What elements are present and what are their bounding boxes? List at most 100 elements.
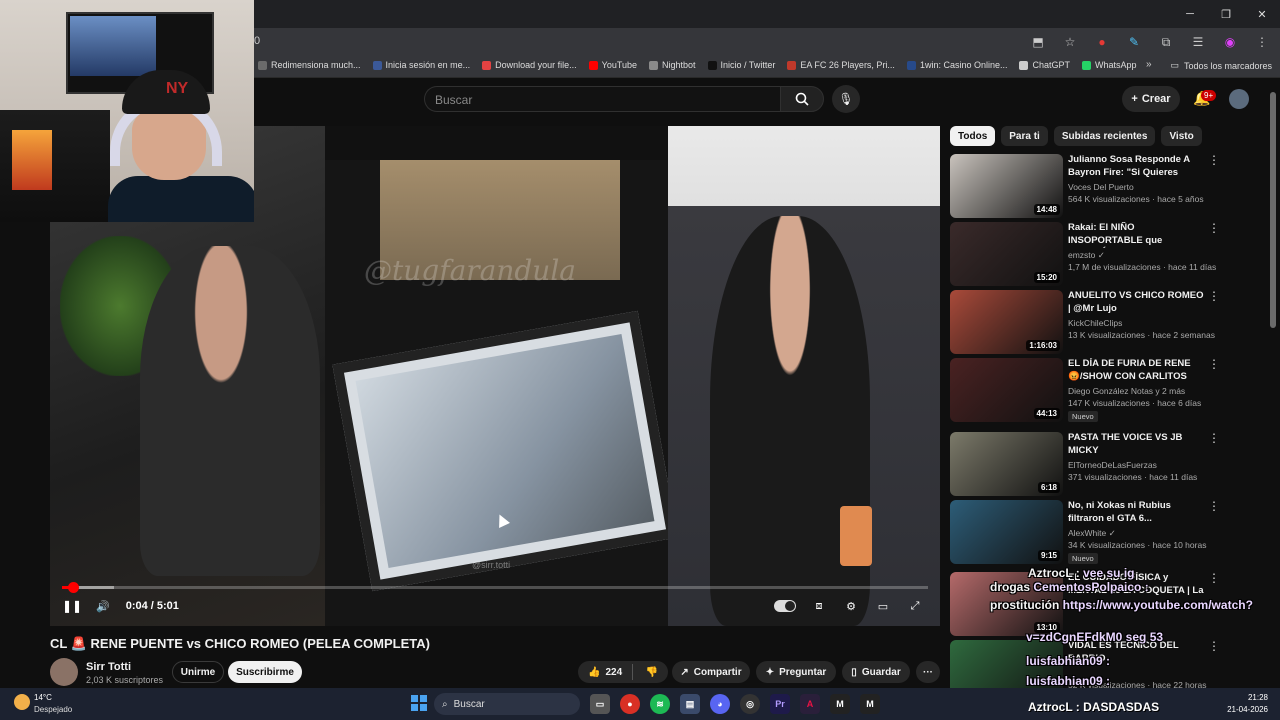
more-options-icon[interactable]: ⋮ [1208,290,1220,306]
weather-sun-icon[interactable] [14,694,30,710]
volume-icon[interactable]: 🔊 [96,600,110,613]
bookmark-item[interactable]: WhatsApp [1082,60,1137,70]
arc-icon[interactable]: A [800,694,820,714]
weather-temp[interactable]: 14°C [34,693,52,702]
app-icon[interactable]: ▤ [680,694,700,714]
weather-desc[interactable]: Despejado [34,705,72,714]
subscribe-button[interactable]: Suscribirme [228,661,302,683]
pause-icon[interactable]: ❚❚ [62,598,82,614]
more-options-icon[interactable]: ⋮ [1208,572,1220,588]
chip-2[interactable]: Subidas recientes [1053,126,1156,146]
search-button[interactable] [780,86,824,112]
video-thumbnail[interactable]: 9:15 [950,500,1063,564]
progress-bar[interactable] [62,582,928,593]
windows-start-icon[interactable] [411,695,427,711]
avatar[interactable] [1229,89,1249,109]
create-button[interactable]: + Crear [1122,86,1180,112]
tab-search-icon[interactable]: ☰ [1188,32,1208,52]
channel-name[interactable]: Sirr Totti [86,661,131,673]
extensions-puzzle-icon[interactable]: ⧉ [1156,32,1176,52]
bookmark-item[interactable]: Download your file... [482,60,577,70]
chip-3[interactable]: Visto [1161,126,1202,146]
ask-button[interactable]: ✦ Preguntar [756,661,836,683]
video-title-link[interactable]: Rakai: El NIÑO INSOPORTABLE que RECIBIÓ … [1068,222,1204,248]
more-options-icon[interactable]: ⋮ [1208,222,1220,238]
theater-mode-icon[interactable]: ▭ [874,598,892,614]
recommended-video[interactable]: 1:16:03 ANUELITO VS CHICO ROMEO | @Mr Luj… [950,290,1266,354]
video-thumbnail[interactable]: 15:20 [950,222,1063,286]
settings-gear-icon[interactable]: ⚙ [842,598,860,614]
profile-icon[interactable]: ◉ [1220,32,1240,52]
more-options-icon[interactable]: ⋮ [1208,154,1220,170]
autoplay-toggle[interactable] [774,600,796,612]
video-title-link[interactable]: ANUELITO VS CHICO ROMEO | @Mr Lujo [1068,290,1204,315]
file-explorer-icon[interactable]: ▭ [590,694,610,714]
taskbar-search[interactable]: ⌕ Buscar [434,693,580,715]
fullscreen-icon[interactable]: ⤢ [906,598,924,614]
premiere-icon[interactable]: Pr [770,694,790,714]
join-button[interactable]: Unirme [172,661,224,683]
capcut-2-icon[interactable]: M [860,694,880,714]
video-thumbnail[interactable]: 6:18 [950,432,1063,496]
bookmark-item[interactable]: Redimensiona much... [258,60,361,70]
bookmark-item[interactable]: EA FC 26 Players, Pri... [787,60,895,70]
more-options-icon[interactable]: ⋮ [1208,358,1220,374]
more-options-icon[interactable]: ⋮ [1208,640,1220,656]
bookmarks-overflow-icon[interactable]: » [1146,59,1152,70]
video-thumbnail[interactable]: 1:16:03 [950,290,1063,354]
extension-red-icon[interactable]: ● [1092,32,1112,52]
discord-icon[interactable]: ◕ [710,694,730,714]
bookmark-item[interactable]: Inicia sesión en me... [372,60,470,70]
more-options-icon[interactable]: ⋮ [1208,500,1220,516]
close-icon[interactable]: ✕ [1244,0,1280,28]
channel-name[interactable]: ElTorneoDeLasFuerzas [1068,460,1157,470]
clock-date[interactable]: 21-04-2026 [1222,705,1268,714]
share-button[interactable]: ↗ Compartir [672,661,750,683]
restore-icon[interactable]: ❐ [1208,0,1244,28]
more-actions-button[interactable]: ··· [916,661,940,683]
recommended-video[interactable]: 44:13 EL DÍA DE FURIA DE RENE 😡/SHOW CON … [950,358,1266,422]
browser-menu-icon[interactable]: ⋮ [1252,32,1272,52]
channel-name[interactable]: Voces Del Puerto [1068,182,1134,192]
extension-translate-icon[interactable]: ✎ [1124,32,1144,52]
video-title-link[interactable]: No, ni Xokas ni Rubius filtraron el GTA … [1068,500,1204,525]
obs-icon[interactable]: ◎ [740,694,760,714]
bookmark-item[interactable]: YouTube [588,60,637,70]
chrome-icon[interactable]: ● [620,694,640,714]
spotify-icon[interactable]: ≋ [650,694,670,714]
video-title-link[interactable]: EL DÍA DE FURIA DE RENE 😡/SHOW CON CARLI… [1068,358,1204,384]
thumbs-down-icon[interactable]: 👎 [646,667,658,678]
voice-search-button[interactable]: 🎙 [832,85,860,113]
recommended-video[interactable]: 9:15 No, ni Xokas ni Rubius filtraron el … [950,500,1266,564]
scrollbar[interactable] [1270,92,1276,328]
bookmark-item[interactable]: Inicio / Twitter [707,60,775,70]
bookmark-item[interactable]: 1win: Casino Online... [906,60,1007,70]
channel-name[interactable]: Diego González Notas y 2 más [1068,386,1185,396]
video-title-link[interactable]: Julianno Sosa Responde A Bayron Fire: "S… [1068,154,1204,180]
bookmark-star-icon[interactable]: ☆ [1060,32,1080,52]
thumbs-up-icon[interactable]: 👍 [588,667,600,678]
recommended-video[interactable]: 14:48 Julianno Sosa Responde A Bayron Fir… [950,154,1266,218]
video-thumbnail[interactable]: 44:13 [950,358,1063,422]
minimize-icon[interactable]: ─ [1172,0,1208,28]
video-thumbnail[interactable]: 14:48 [950,154,1063,218]
like-count[interactable]: 224 [605,667,622,678]
chip-0[interactable]: Todos [950,126,996,146]
bookmark-item[interactable]: Nightbot [649,60,696,70]
subtitles-icon[interactable]: ⧈ [810,598,828,614]
channel-name[interactable]: KickChileClips [1068,318,1122,328]
url-text[interactable]: 0 [254,35,260,47]
install-app-icon[interactable]: ⬒ [1028,32,1048,52]
clock-time[interactable]: 21:28 [1222,693,1268,702]
channel-avatar[interactable] [50,658,78,686]
channel-name[interactable]: emzsto ✓ [1068,250,1105,261]
capcut-icon[interactable]: M [830,694,850,714]
video-title-link[interactable]: PASTA THE VOICE VS JB MICKY [1068,432,1204,457]
all-bookmarks[interactable]: ▭ Todos los marcadores [1170,60,1272,71]
bookmark-item[interactable]: ChatGPT [1019,60,1070,70]
save-button[interactable]: ▯ Guardar [842,661,910,683]
more-options-icon[interactable]: ⋮ [1208,432,1220,448]
chip-1[interactable]: Para ti [1001,126,1048,146]
search-input[interactable]: Buscar [424,86,780,112]
recommended-video[interactable]: 6:18 PASTA THE VOICE VS JB MICKY ElTorneoD… [950,432,1266,496]
